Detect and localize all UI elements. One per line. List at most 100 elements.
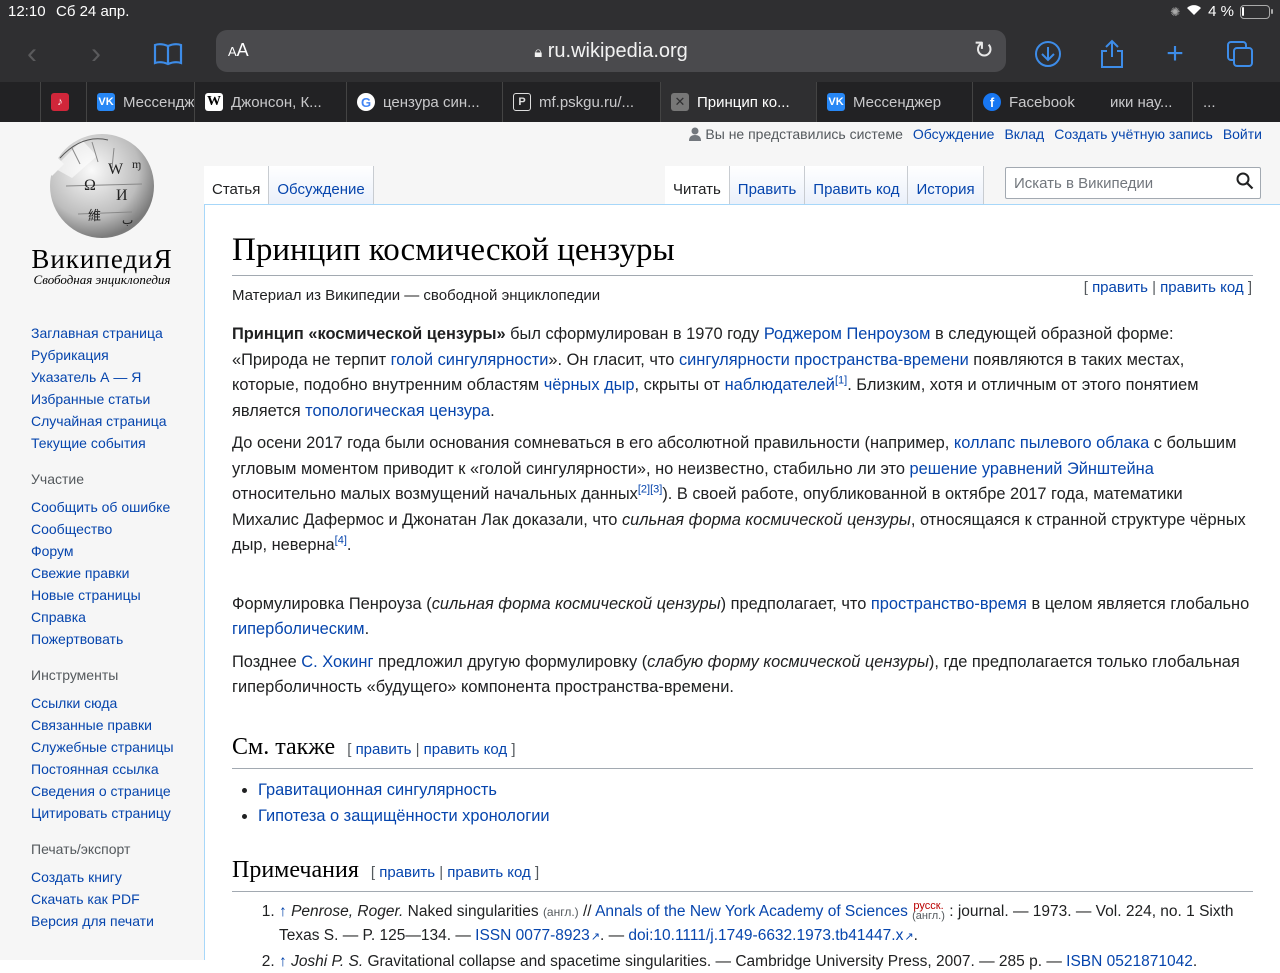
search-icon[interactable] bbox=[1236, 172, 1254, 195]
sidebar-item-random[interactable]: Случайная страница bbox=[31, 413, 167, 429]
sidebar-item-recent-changes[interactable]: Свежие правки bbox=[31, 565, 129, 581]
sidebar-item-download-pdf[interactable]: Скачать как PDF bbox=[31, 891, 140, 907]
new-tab-icon[interactable]: + bbox=[1155, 34, 1195, 74]
tab-pskgu[interactable]: P mf.pskgu.ru/... bbox=[502, 82, 660, 122]
tab-label: mf.pskgu.ru/... bbox=[539, 94, 634, 111]
sidebar-item-new-pages[interactable]: Новые страницы bbox=[31, 587, 141, 603]
ref-backlink[interactable]: ↑ bbox=[279, 953, 287, 970]
tabs-overview-icon[interactable] bbox=[1220, 34, 1260, 74]
ref-link-4[interactable]: [4] bbox=[335, 535, 347, 547]
wikipedia-wordmark: ВикипедиЯ bbox=[0, 244, 204, 275]
link-hawking[interactable]: С. Хокинг bbox=[301, 653, 373, 671]
edit-link[interactable]: править bbox=[379, 864, 435, 881]
tab-vk-messenger-2[interactable]: VK Мессенджер bbox=[816, 82, 972, 122]
tab-google[interactable]: G цензура син... bbox=[346, 82, 502, 122]
sidebar-item-donate[interactable]: Пожертвовать bbox=[31, 631, 123, 647]
sidebar-item-cite[interactable]: Цитировать страницу bbox=[31, 805, 171, 821]
sidebar-item-main-page[interactable]: Заглавная страница bbox=[31, 325, 163, 341]
link-hyperbolic[interactable]: гиперболическим bbox=[232, 620, 365, 638]
tab-active-article[interactable]: ✕ Принцип ко... bbox=[660, 82, 816, 122]
tab-music[interactable]: ♪ bbox=[40, 82, 86, 122]
sidebar-item-related-changes[interactable]: Связанные правки bbox=[31, 717, 152, 733]
link-chronology-protection[interactable]: Гипотеза о защищённости хронологии bbox=[258, 807, 550, 825]
ref-backlink[interactable]: ↑ bbox=[279, 903, 287, 920]
wikipedia-logo[interactable]: Ω W И 維 ɱ ب ВикипедиЯ Свободная энциклоп… bbox=[0, 122, 204, 292]
url-text[interactable]: 🔒︎ ru.wikipedia.org bbox=[216, 40, 1006, 63]
ref-link-3[interactable]: [3] bbox=[650, 484, 662, 496]
list-item: Гипотеза о защищённости хронологии bbox=[258, 803, 1253, 830]
share-icon[interactable] bbox=[1092, 34, 1132, 74]
tab-talk[interactable]: Обсуждение bbox=[269, 166, 373, 204]
link-gravitational-singularity[interactable]: Гравитационная сингулярность bbox=[258, 781, 497, 799]
browser-tab-strip: ♪ VK Мессендж W Джонсон, К... G цензура … bbox=[0, 82, 1280, 122]
sidebar-item-forum[interactable]: Форум bbox=[31, 543, 74, 559]
sidebar-item-create-book[interactable]: Создать книгу bbox=[31, 869, 122, 885]
edit-source-link[interactable]: править код bbox=[1160, 279, 1244, 296]
link-isbn-label[interactable]: ISBN bbox=[1066, 953, 1102, 970]
sidebar-item-page-info[interactable]: Сведения о странице bbox=[31, 783, 171, 799]
p-icon: P bbox=[513, 93, 531, 111]
link-dust-collapse[interactable]: коллапс пылевого облака bbox=[954, 434, 1149, 452]
tab-edit-source[interactable]: Править код bbox=[805, 166, 908, 204]
edit-link[interactable]: править bbox=[356, 741, 412, 758]
contributions-link[interactable]: Вклад bbox=[1004, 126, 1044, 142]
download-icon[interactable] bbox=[1028, 34, 1068, 74]
tab-placeholder[interactable] bbox=[0, 82, 40, 122]
reload-icon[interactable]: ↻ bbox=[974, 36, 994, 65]
link-journal[interactable]: Annals of the New York Academy of Scienc… bbox=[595, 903, 908, 920]
sidebar-item-printable[interactable]: Версия для печати bbox=[31, 913, 154, 929]
sidebar-item-index[interactable]: Указатель А — Я bbox=[31, 369, 141, 385]
svg-text:ɱ: ɱ bbox=[132, 157, 141, 171]
tab-read[interactable]: Читать bbox=[665, 166, 730, 204]
edit-source-link[interactable]: править код bbox=[447, 864, 531, 881]
tab-vk-messenger[interactable]: VK Мессендж bbox=[86, 82, 194, 122]
sidebar-item-current-events[interactable]: Текущие события bbox=[31, 435, 146, 451]
sidebar-item-categories[interactable]: Рубрикация bbox=[31, 347, 109, 363]
link-doi-label[interactable]: doi bbox=[628, 927, 649, 944]
google-icon: G bbox=[357, 93, 375, 111]
back-icon[interactable]: ‹ bbox=[12, 34, 52, 74]
sidebar-item-report-error[interactable]: Сообщить об ошибке bbox=[31, 499, 170, 515]
talk-link[interactable]: Обсуждение bbox=[913, 126, 995, 142]
sidebar-item-community[interactable]: Сообщество bbox=[31, 521, 112, 537]
address-bar[interactable]: AA 🔒︎ ru.wikipedia.org ↻ bbox=[216, 30, 1006, 72]
section-edit-links: [ править | править код ] bbox=[1084, 279, 1252, 296]
edit-link[interactable]: править bbox=[1092, 279, 1148, 296]
bookmarks-icon[interactable] bbox=[148, 34, 188, 74]
link-penrose[interactable]: Роджером Пенроузом bbox=[764, 325, 931, 343]
ref-link-2[interactable]: [2] bbox=[638, 484, 650, 496]
link-naked-singularity[interactable]: голой сингулярности bbox=[391, 351, 549, 369]
tab-facebook[interactable]: f Facebook bbox=[972, 82, 1108, 122]
sidebar-item-featured[interactable]: Избранные статьи bbox=[31, 391, 150, 407]
link-black-holes[interactable]: чёрных дыр bbox=[544, 376, 635, 394]
link-einstein-solution[interactable]: решение уравнений Эйнштейна bbox=[910, 460, 1154, 478]
link-doi[interactable]: :10.1111/j.1749-6632.1973.tb41447.x bbox=[649, 927, 913, 944]
ref-link-1[interactable]: [1] bbox=[835, 375, 847, 387]
close-icon[interactable]: ✕ bbox=[671, 93, 689, 111]
search-input[interactable]: Искать в Википедии bbox=[1005, 167, 1261, 199]
tab-more[interactable]: ... bbox=[1192, 82, 1280, 122]
link-spacetime-singularities[interactable]: сингулярности пространства-времени bbox=[679, 351, 969, 369]
link-observers[interactable]: наблюдателей bbox=[725, 376, 835, 394]
tab-edit[interactable]: Править bbox=[730, 166, 806, 204]
link-topological-censorship[interactable]: топологическая цензура bbox=[305, 402, 490, 420]
create-account-link[interactable]: Создать учётную запись bbox=[1054, 126, 1213, 142]
tab-wikipedia-johnson[interactable]: W Джонсон, К... bbox=[194, 82, 346, 122]
tab-history[interactable]: История bbox=[908, 166, 983, 204]
link-isbn[interactable]: 0521871042 bbox=[1107, 953, 1193, 970]
sidebar-item-permalink[interactable]: Постоянная ссылка bbox=[31, 761, 159, 777]
browser-chrome: 12:10 Сб 24 апр. ✺ 4 % ‹ › AA 🔒︎ ru.wiki… bbox=[0, 0, 1280, 122]
link-spacetime[interactable]: пространство-время bbox=[871, 595, 1027, 613]
edit-source-link[interactable]: править код bbox=[424, 741, 508, 758]
sidebar-item-help[interactable]: Справка bbox=[31, 609, 86, 625]
sidebar-item-what-links-here[interactable]: Ссылки сюда bbox=[31, 695, 117, 711]
wikipedia-icon: W bbox=[205, 93, 223, 111]
login-link[interactable]: Войти bbox=[1223, 126, 1262, 142]
link-issn-label[interactable]: ISSN bbox=[475, 927, 511, 944]
tab-partial[interactable]: ики нау... bbox=[1108, 82, 1192, 122]
tab-article[interactable]: Статья bbox=[204, 166, 269, 204]
section-edit-links: [ править | править код ] bbox=[371, 857, 539, 889]
forward-icon[interactable]: › bbox=[76, 34, 116, 74]
sidebar-item-special-pages[interactable]: Служебные страницы bbox=[31, 739, 174, 755]
link-issn[interactable]: 0077-8923 bbox=[516, 927, 600, 944]
